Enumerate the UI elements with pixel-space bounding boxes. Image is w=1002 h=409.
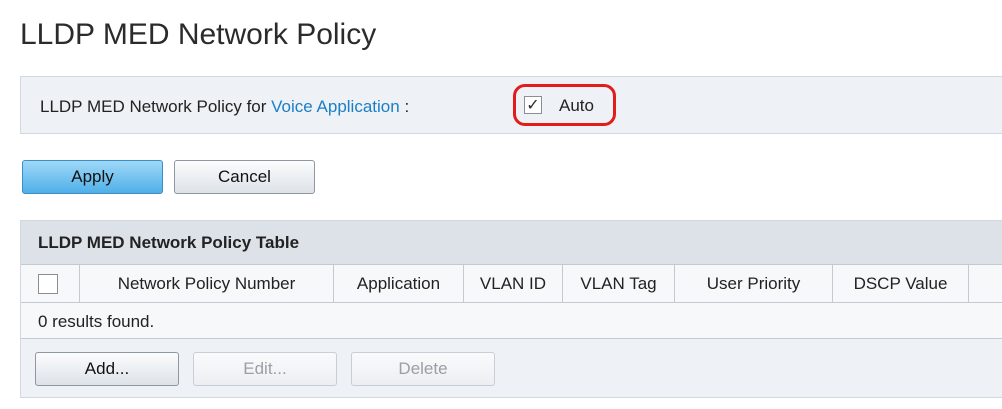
table-column-header-row: Network Policy Number Application VLAN I… <box>21 265 1002 303</box>
edit-button: Edit... <box>193 352 337 386</box>
select-all-checkbox[interactable] <box>38 274 58 294</box>
voice-policy-label: LLDP MED Network Policy for Voice Applic… <box>40 97 409 117</box>
delete-button: Delete <box>351 352 495 386</box>
results-text: 0 results found. <box>38 312 155 331</box>
voice-policy-bar: LLDP MED Network Policy for Voice Applic… <box>20 76 1002 134</box>
auto-checkbox[interactable]: ✓ <box>524 96 542 114</box>
voice-policy-separator: : <box>404 97 410 116</box>
voice-policy-label-prefix: LLDP MED Network Policy for <box>40 97 267 116</box>
column-vlan-id: VLAN ID <box>463 265 562 303</box>
network-policy-table: LLDP MED Network Policy Table Network Po… <box>20 220 1002 398</box>
voice-application-link[interactable]: Voice Application <box>271 97 400 116</box>
column-dscp-value: DSCP Value <box>832 265 968 303</box>
apply-button[interactable]: Apply <box>22 160 163 194</box>
checkmark-icon: ✓ <box>526 95 540 114</box>
auto-label: Auto <box>559 96 594 115</box>
add-button[interactable]: Add... <box>35 352 179 386</box>
column-application: Application <box>333 265 463 303</box>
column-vlan-tag: VLAN Tag <box>562 265 674 303</box>
cancel-button[interactable]: Cancel <box>174 160 315 194</box>
column-overflow <box>968 265 1002 303</box>
column-user-priority: User Priority <box>674 265 832 303</box>
results-row: 0 results found. <box>21 303 1002 339</box>
table-header: LLDP MED Network Policy Table <box>21 221 1002 265</box>
column-network-policy-number: Network Policy Number <box>79 265 333 303</box>
page-title: LLDP MED Network Policy <box>20 18 377 51</box>
table-title: LLDP MED Network Policy Table <box>38 233 300 252</box>
